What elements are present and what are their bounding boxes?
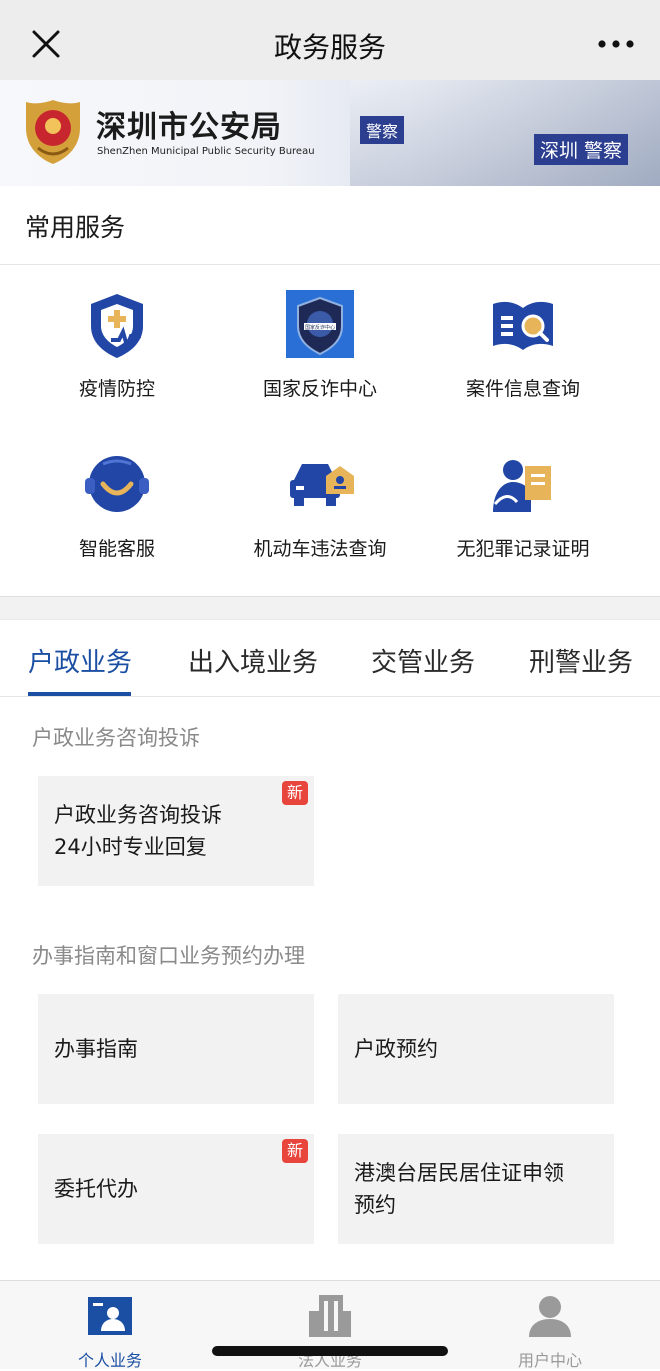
service-label: 机动车违法查询	[253, 538, 387, 560]
smiley-chat-icon	[85, 456, 149, 512]
bottom-nav-legal-entity[interactable]: 法人业务	[230, 1281, 430, 1371]
card-label: 户政业务咨询投诉 24小时专业回复	[54, 803, 222, 859]
card-residence-permit-appointment[interactable]: 港澳台居民居住证申领 预约	[338, 1134, 614, 1244]
top-nav-bar: 政务服务	[0, 0, 660, 88]
card-label: 办事指南	[54, 1037, 138, 1061]
bottom-nav-label: 个人业务	[77, 1351, 142, 1370]
section-title-consultation: 户政业务咨询投诉	[32, 726, 200, 750]
car-icon	[290, 464, 354, 506]
service-smart-customer-service[interactable]: 智能客服	[17, 450, 217, 561]
divider	[0, 264, 660, 265]
card-consultation-complaint[interactable]: 户政业务咨询投诉 24小时专业回复 新	[38, 776, 314, 886]
person-card-icon	[88, 1297, 132, 1335]
service-label: 无犯罪记录证明	[456, 538, 590, 560]
tab-traffic-management[interactable]: 交管业务	[371, 642, 475, 679]
anti-fraud-app-icon: 国家反诈中心	[286, 290, 354, 358]
person-certificate-icon	[493, 460, 551, 512]
banner-org-name: 深圳市公安局	[96, 110, 282, 145]
card-label: 户政预约	[354, 1037, 438, 1061]
card-label: 委托代办	[54, 1177, 138, 1201]
bottom-nav-personal[interactable]: 个人业务	[10, 1281, 210, 1371]
service-anti-fraud-center[interactable]: 国家反诈中心 国家反诈中心	[220, 290, 420, 401]
banner-sign-fragment: 深圳 警察	[534, 134, 629, 165]
tab-entry-exit[interactable]: 出入境业务	[188, 642, 318, 679]
new-badge: 新	[281, 1139, 308, 1163]
book-search-icon	[493, 301, 553, 350]
home-indicator	[212, 1346, 448, 1356]
more-icon[interactable]	[596, 38, 636, 50]
service-label: 疫情防控	[78, 378, 155, 400]
section-gap	[0, 596, 660, 620]
service-label: 国家反诈中心	[262, 378, 377, 400]
svg-text:国家反诈中心: 国家反诈中心	[305, 324, 335, 331]
service-epidemic-control[interactable]: 疫情防控	[17, 290, 217, 401]
service-label: 案件信息查询	[465, 378, 580, 400]
section-title-guide-appointment: 办事指南和窗口业务预约办理	[32, 944, 305, 968]
police-emblem-icon	[26, 100, 80, 164]
card-household-appointment[interactable]: 户政预约	[338, 994, 614, 1104]
service-case-info-query[interactable]: 案件信息查询	[423, 290, 623, 401]
tab-criminal-investigation[interactable]: 刑警业务	[529, 642, 633, 679]
page-title: 政务服务	[273, 31, 386, 64]
card-entrusted-agency[interactable]: 委托代办 新	[38, 1134, 314, 1244]
service-vehicle-violation-query[interactable]: 机动车违法查询	[220, 450, 420, 561]
bottom-nav-user-center[interactable]: 用户中心	[450, 1281, 650, 1371]
user-icon	[529, 1296, 571, 1337]
card-service-guide[interactable]: 办事指南	[38, 994, 314, 1104]
common-services-title: 常用服务	[25, 213, 126, 242]
tab-household-affairs[interactable]: 户政业务	[28, 642, 132, 679]
divider	[0, 696, 660, 697]
shield-medical-icon	[91, 294, 143, 358]
card-label: 港澳台居民居住证申领 预约	[354, 1161, 564, 1217]
banner-org-name-en: ShenZhen Municipal Public Security Burea…	[97, 146, 315, 157]
service-no-criminal-record-certificate[interactable]: 无犯罪记录证明	[423, 450, 623, 561]
bottom-nav-label: 用户中心	[517, 1351, 582, 1370]
service-label: 智能客服	[78, 538, 155, 560]
new-badge: 新	[281, 781, 308, 805]
banner-sign-fragment: 警察	[360, 116, 405, 144]
building-icon	[309, 1295, 351, 1337]
